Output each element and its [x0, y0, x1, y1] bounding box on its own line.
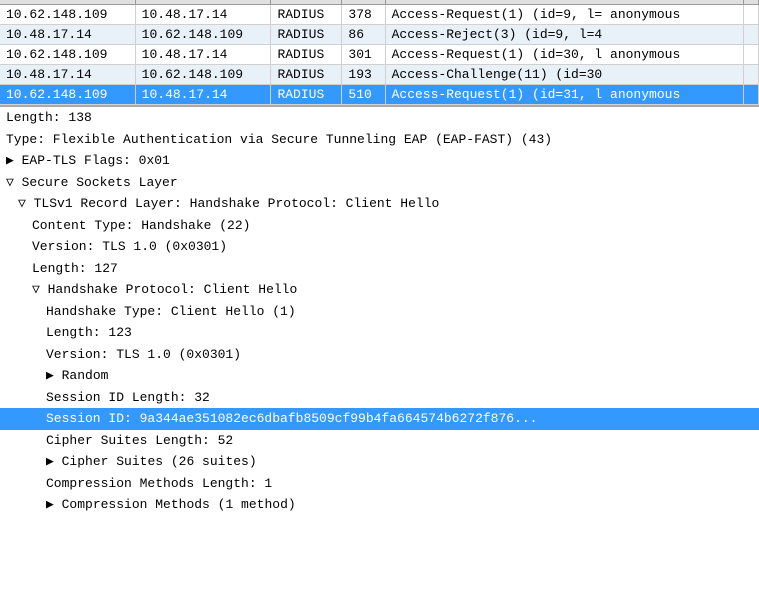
table-row[interactable]: 10.62.148.10910.48.17.14RADIUS301Access-… — [0, 45, 759, 65]
detail-line: Session ID Length: 32 — [0, 387, 759, 409]
detail-line[interactable]: ▽ Secure Sockets Layer — [0, 172, 759, 194]
cell-source: 10.48.17.14 — [0, 25, 135, 45]
cell-destination: 10.48.17.14 — [135, 5, 271, 25]
cell-protocol: RADIUS — [271, 45, 342, 65]
detail-line: Handshake Type: Client Hello (1) — [0, 301, 759, 323]
cell-username — [743, 5, 758, 25]
cell-info: Access-Request(1) (id=9, l= anonymous — [385, 5, 743, 25]
cell-protocol: RADIUS — [271, 85, 342, 105]
cell-destination: 10.62.148.109 — [135, 25, 271, 45]
cell-username — [743, 65, 758, 85]
detail-line: Cipher Suites Length: 52 — [0, 430, 759, 452]
cell-destination: 10.62.148.109 — [135, 65, 271, 85]
cell-username — [743, 25, 758, 45]
cell-length: 510 — [342, 85, 385, 105]
detail-line: Version: TLS 1.0 (0x0301) — [0, 344, 759, 366]
cell-source: 10.48.17.14 — [0, 65, 135, 85]
cell-length: 193 — [342, 65, 385, 85]
detail-line[interactable]: ▶ Cipher Suites (26 suites) — [0, 451, 759, 473]
detail-line: Length: 123 — [0, 322, 759, 344]
packet-list-table: 10.62.148.10910.48.17.14RADIUS378Access-… — [0, 0, 759, 105]
table-row[interactable]: 10.48.17.1410.62.148.109RADIUS193Access-… — [0, 65, 759, 85]
cell-length: 301 — [342, 45, 385, 65]
cell-protocol: RADIUS — [271, 5, 342, 25]
detail-line: Version: TLS 1.0 (0x0301) — [0, 236, 759, 258]
cell-length: 378 — [342, 5, 385, 25]
detail-line: Compression Methods Length: 1 — [0, 473, 759, 495]
detail-line: Content Type: Handshake (22) — [0, 215, 759, 237]
cell-protocol: RADIUS — [271, 65, 342, 85]
cell-username — [743, 45, 758, 65]
table-row[interactable]: 10.62.148.10910.48.17.14RADIUS510Access-… — [0, 85, 759, 105]
cell-source: 10.62.148.109 — [0, 85, 135, 105]
detail-line: Length: 138 — [0, 107, 759, 129]
detail-line: Length: 127 — [0, 258, 759, 280]
cell-length: 86 — [342, 25, 385, 45]
cell-info: Access-Challenge(11) (id=30 — [385, 65, 743, 85]
detail-line[interactable]: ▽ TLSv1 Record Layer: Handshake Protocol… — [0, 193, 759, 215]
table-row[interactable]: 10.48.17.1410.62.148.109RADIUS86Access-R… — [0, 25, 759, 45]
cell-destination: 10.48.17.14 — [135, 45, 271, 65]
cell-source: 10.62.148.109 — [0, 5, 135, 25]
cell-info: Access-Request(1) (id=30, l anonymous — [385, 45, 743, 65]
detail-line[interactable]: ▶ EAP-TLS Flags: 0x01 — [0, 150, 759, 172]
cell-info: Access-Reject(3) (id=9, l=4 — [385, 25, 743, 45]
packet-detail-panel: Length: 138Type: Flexible Authentication… — [0, 105, 759, 516]
cell-protocol: RADIUS — [271, 25, 342, 45]
detail-line: Session ID: 9a344ae351082ec6dbafb8509cf9… — [0, 408, 759, 430]
detail-line[interactable]: ▶ Random — [0, 365, 759, 387]
detail-line[interactable]: ▽ Handshake Protocol: Client Hello — [0, 279, 759, 301]
cell-info: Access-Request(1) (id=31, l anonymous — [385, 85, 743, 105]
detail-line[interactable]: ▶ Compression Methods (1 method) — [0, 494, 759, 516]
table-row[interactable]: 10.62.148.10910.48.17.14RADIUS378Access-… — [0, 5, 759, 25]
detail-line: Type: Flexible Authentication via Secure… — [0, 129, 759, 151]
cell-username — [743, 85, 758, 105]
cell-source: 10.62.148.109 — [0, 45, 135, 65]
cell-destination: 10.48.17.14 — [135, 85, 271, 105]
